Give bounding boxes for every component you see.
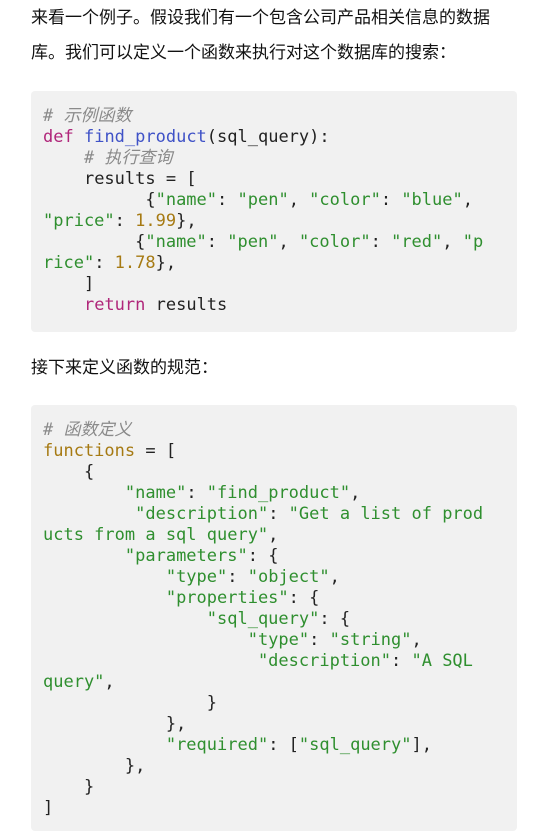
results-assign: results = [ bbox=[83, 169, 197, 189]
function-params: (sql_query): bbox=[206, 127, 330, 147]
close-bracket: ] bbox=[83, 274, 95, 294]
string-token: "Get a list of prod bbox=[288, 504, 484, 524]
return-value: results bbox=[155, 295, 228, 315]
string-token: "color" bbox=[309, 190, 381, 210]
string-token: query" bbox=[43, 672, 105, 692]
string-token: "name" bbox=[155, 190, 218, 210]
string-token: "description" bbox=[135, 504, 269, 524]
string-token: "sql_query" bbox=[298, 735, 412, 755]
intro-line-1: 来看一个例子。假设我们有一个包含公司产品相关信息的数据 bbox=[31, 8, 490, 28]
string-token: "type" bbox=[165, 567, 228, 587]
spec-intro-paragraph: 接下来定义函数的规范： bbox=[31, 358, 218, 378]
string-token: "description" bbox=[257, 651, 391, 671]
string-token: "object" bbox=[247, 567, 330, 587]
intro-paragraph: 来看一个例子。假设我们有一个包含公司产品相关信息的数据 库。我们可以定义一个函数来… bbox=[31, 1, 521, 71]
function-name: find_product bbox=[83, 127, 207, 147]
string-token: "type" bbox=[247, 630, 310, 650]
string-token: ucts from a sql query" bbox=[43, 525, 269, 545]
string-token: "pen" bbox=[237, 190, 289, 210]
keyword-return: return bbox=[83, 295, 146, 315]
string-token: "color" bbox=[298, 232, 371, 252]
keyword-def: def bbox=[43, 127, 74, 147]
string-token: "name" bbox=[145, 232, 207, 252]
string-token: "string" bbox=[329, 630, 412, 650]
code-comment: # 执行查询 bbox=[83, 148, 173, 168]
string-token: "required" bbox=[165, 735, 269, 755]
code-comment: # 函数定义 bbox=[43, 420, 132, 440]
string-token: "find_product" bbox=[206, 483, 351, 503]
string-token: "p bbox=[462, 232, 484, 252]
functions-var: functions bbox=[43, 441, 136, 461]
code-example-function: # 示例函数 def find_product(sql_query): # 执行… bbox=[43, 106, 484, 315]
string-token: "blue" bbox=[401, 190, 463, 210]
number-token: 1.78 bbox=[114, 253, 156, 273]
code-block-example-function: # 示例函数 def find_product(sql_query): # 执行… bbox=[31, 91, 517, 332]
number-token: 1.99 bbox=[135, 211, 177, 231]
string-token: "name" bbox=[124, 483, 187, 503]
string-token: rice" bbox=[43, 253, 95, 273]
code-function-spec: # 函数定义 functions = [ { "name": "find_pro… bbox=[43, 420, 484, 818]
string-token: "A SQL bbox=[411, 651, 473, 671]
intro-line-2: 库。我们可以定义一个函数来执行对这个数据库的搜索： bbox=[31, 43, 456, 63]
string-token: "sql_query" bbox=[206, 609, 320, 629]
document-page: 来看一个例子。假设我们有一个包含公司产品相关信息的数据 库。我们可以定义一个函数来… bbox=[0, 0, 539, 836]
string-token: "pen" bbox=[227, 232, 279, 252]
code-block-function-spec: # 函数定义 functions = [ { "name": "find_pro… bbox=[31, 405, 517, 831]
string-token: "price" bbox=[43, 211, 115, 231]
code-comment: # 示例函数 bbox=[43, 106, 132, 126]
string-token: "red" bbox=[391, 232, 443, 252]
string-token: "parameters" bbox=[124, 546, 248, 566]
string-token: "properties" bbox=[165, 588, 289, 608]
